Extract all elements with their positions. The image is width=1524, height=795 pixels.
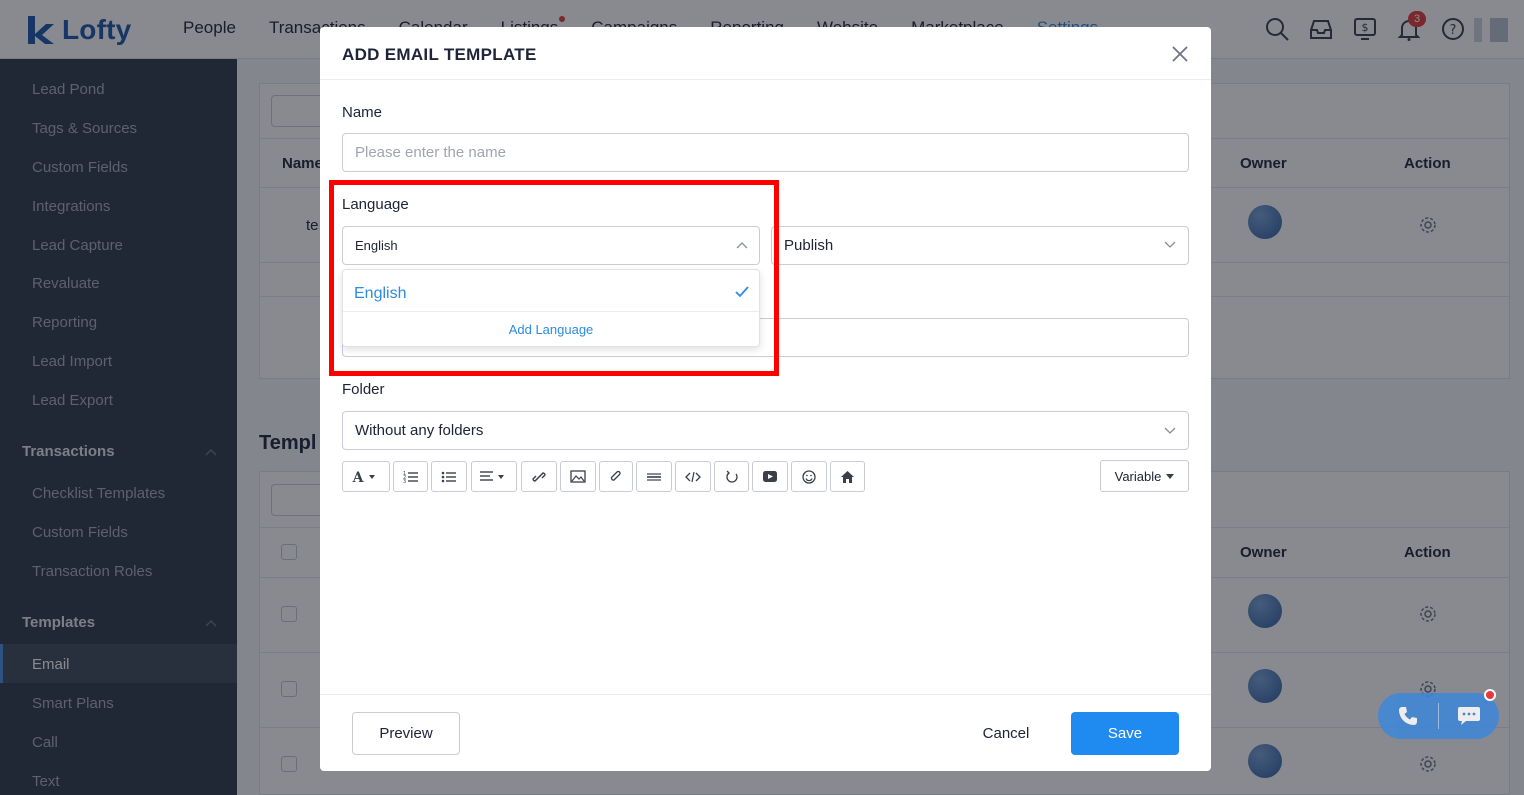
font-color-button[interactable]: A: [342, 461, 390, 492]
align-button[interactable]: [471, 461, 517, 492]
attachment-icon: [610, 470, 621, 481]
chat-unread-dot: [1484, 689, 1496, 701]
image-button[interactable]: [560, 461, 596, 492]
emoji-button[interactable]: [791, 461, 827, 492]
undo-button[interactable]: [714, 461, 749, 492]
name-label: Name: [342, 104, 383, 121]
attachment-button[interactable]: [599, 461, 633, 492]
ordered-list-icon: 123: [403, 471, 418, 484]
folder-label: Folder: [342, 381, 385, 398]
svg-text:3: 3: [403, 479, 406, 484]
link-button[interactable]: [521, 461, 557, 492]
status-select[interactable]: Publish: [771, 226, 1189, 265]
variable-button-label: Variable: [1114, 468, 1162, 484]
cancel-button[interactable]: Cancel: [970, 712, 1042, 755]
close-icon[interactable]: [1170, 44, 1190, 64]
modal-footer-divider: [320, 694, 1211, 695]
undo-icon: [725, 470, 738, 483]
phone-icon[interactable]: [1397, 705, 1419, 727]
highlight-box: [329, 180, 779, 376]
chat-icon[interactable]: [1457, 705, 1481, 727]
caret-down-icon: [1166, 473, 1175, 479]
add-email-template-modal: ADD EMAIL TEMPLATE Name Please enter the…: [320, 27, 1211, 771]
code-icon: [685, 471, 701, 482]
ordered-list-button[interactable]: 123: [393, 461, 428, 492]
home-icon: [841, 470, 854, 483]
widget-divider: [1438, 703, 1439, 729]
link-icon: [532, 471, 546, 482]
horizontal-rule-button[interactable]: [636, 461, 672, 492]
chevron-down-icon[interactable]: [1164, 427, 1176, 435]
image-icon: [570, 470, 586, 483]
save-button[interactable]: Save: [1071, 712, 1179, 755]
name-input[interactable]: Please enter the name: [342, 133, 1189, 172]
home-button[interactable]: [830, 461, 865, 492]
video-icon: [763, 471, 777, 482]
code-button[interactable]: [675, 461, 711, 492]
preview-button[interactable]: Preview: [352, 712, 460, 755]
chevron-down-icon[interactable]: [1164, 241, 1176, 249]
emoji-icon: [802, 469, 816, 484]
align-icon: [480, 470, 504, 481]
bullet-list-icon: [441, 471, 456, 482]
bullet-list-button[interactable]: [431, 461, 467, 492]
call-chat-widget: [1378, 693, 1499, 739]
svg-text:A: A: [352, 470, 365, 485]
font-color-icon: A: [352, 470, 375, 485]
modal-title: ADD EMAIL TEMPLATE: [342, 45, 537, 64]
video-button[interactable]: [752, 461, 788, 492]
folder-select[interactable]: Without any folders: [342, 411, 1189, 450]
horizontal-rule-icon: [647, 472, 661, 481]
variable-button[interactable]: Variable: [1100, 460, 1189, 492]
modal-header: ADD EMAIL TEMPLATE: [320, 27, 1211, 80]
